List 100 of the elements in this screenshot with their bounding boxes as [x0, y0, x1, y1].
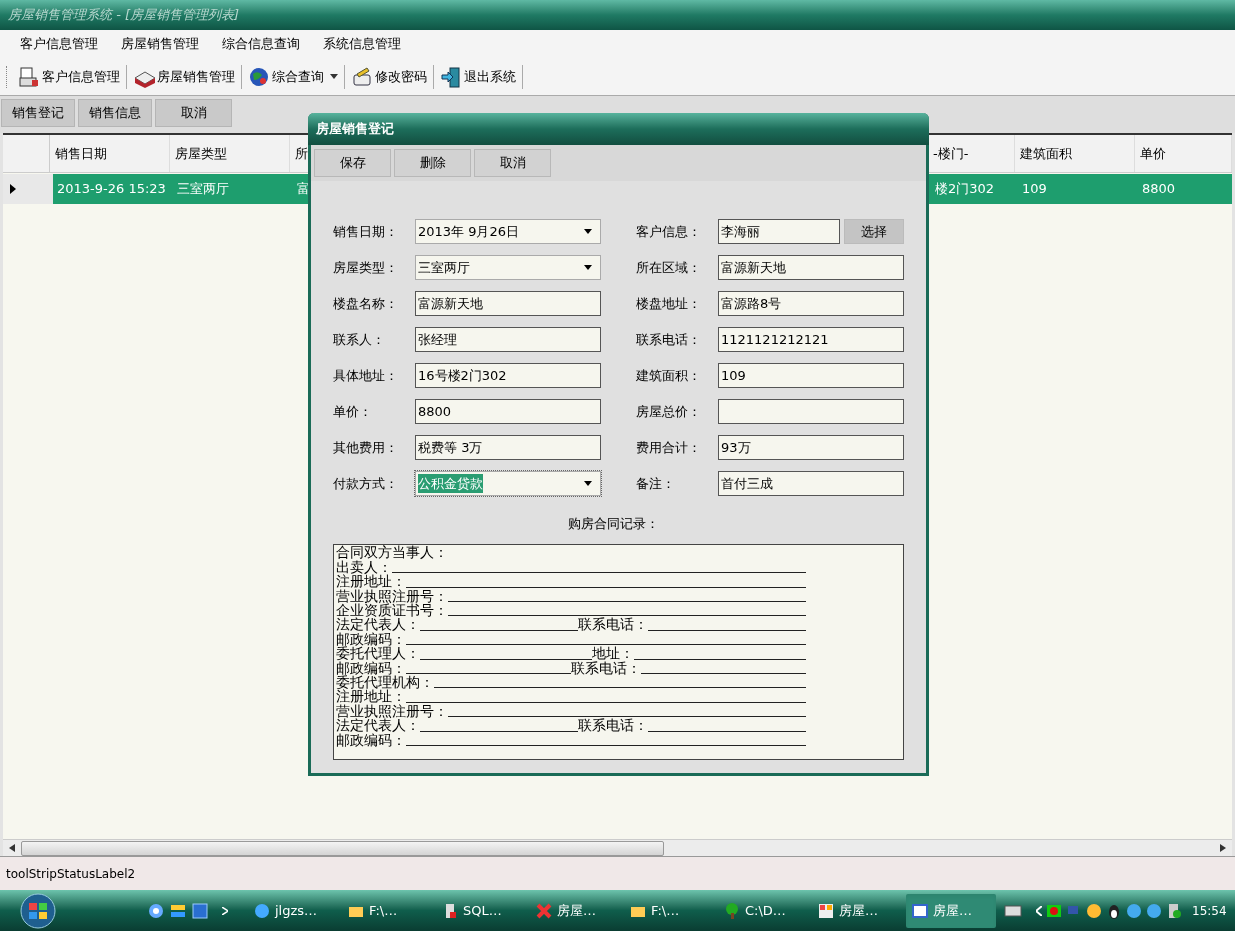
input-field[interactable]: 富源新天地: [718, 255, 904, 280]
dialog-button[interactable]: 取消: [474, 149, 551, 177]
input-field[interactable]: 16号楼2门302: [415, 363, 601, 388]
table-cell-text: 三室两厅: [176, 180, 230, 199]
contract-line-text: 企业资质证书号：: [336, 603, 448, 618]
action-button[interactable]: 销售登记: [1, 99, 75, 127]
dialog-title: 房屋销售登记: [316, 120, 394, 139]
contract-line-text: 营业执照注册号：: [336, 588, 448, 604]
menu-item[interactable]: 系统信息管理: [323, 34, 401, 54]
contract-line-text: 邮政编码：: [336, 660, 406, 675]
toolbar-button[interactable]: 综合查询: [244, 62, 342, 91]
table-cell-text: 富: [296, 180, 311, 199]
table-cell-text: 109: [1021, 180, 1048, 199]
dialog-button[interactable]: 删除: [394, 149, 471, 177]
dropdown-field[interactable]: 三室两厅: [415, 255, 601, 280]
dialog-button[interactable]: 保存: [314, 149, 391, 177]
contract-line-text: 联系电话：: [578, 718, 648, 733]
table-cell-text: 楼2门302: [934, 180, 996, 199]
contract-line-text: 邮政编码：: [336, 631, 406, 647]
action-button[interactable]: 销售信息: [78, 99, 152, 127]
scroll-right-icon: [1220, 844, 1226, 852]
input-field[interactable]: 税费等 3万: [415, 435, 601, 460]
contract-line-text: 委托代理人：: [336, 646, 420, 661]
contract-line-text: 邮政编码：: [336, 732, 406, 747]
contract-line-text: 委托代理机构：: [336, 675, 434, 690]
column-header[interactable]: 单价: [1140, 143, 1166, 164]
window-title: 房屋销售管理系统 - [房屋销售管理列表]: [8, 6, 240, 25]
contract-label: 购房合同记录：: [568, 515, 659, 533]
table-cell-text: 8800: [1141, 180, 1177, 199]
menu-item[interactable]: 房屋销售管理: [121, 34, 199, 54]
caret-icon: [584, 265, 592, 270]
contract-line-text: 联系电话：: [571, 660, 641, 675]
input-field[interactable]: 富源新天地: [415, 291, 601, 316]
field-label: 楼盘地址：: [636, 294, 702, 313]
taskbar-button[interactable]: jlgzs…: [248, 893, 338, 928]
window-icon: [912, 902, 928, 919]
toolbar-button[interactable]: 修改密码: [347, 62, 431, 91]
taskbar-button[interactable]: C:\D…: [718, 893, 808, 928]
field-label: 其他费用：: [333, 438, 399, 457]
taskbar-button[interactable]: SQL…: [436, 893, 526, 928]
action-button[interactable]: 取消: [155, 99, 232, 127]
input-field[interactable]: 富源路8号: [718, 291, 904, 316]
contract-line-text: 营业执照注册号：: [336, 703, 448, 719]
server-icon: [1166, 902, 1182, 919]
field-label: 客户信息：: [636, 222, 702, 241]
contract-line-text: 法定代表人：: [336, 718, 420, 733]
input-field[interactable]: [718, 399, 904, 424]
column-header[interactable]: 销售日期: [55, 143, 107, 164]
field-label: 所在区域：: [636, 258, 702, 277]
contract-line-text: 联系电话：: [578, 617, 648, 632]
caret-icon: [330, 74, 338, 79]
field-label: 费用合计：: [636, 438, 702, 457]
caret-icon: [584, 481, 592, 486]
field-label: 联系电话：: [636, 330, 702, 349]
input-field[interactable]: 1121121212121: [718, 327, 904, 352]
input-field[interactable]: 张经理: [415, 327, 601, 352]
input-field[interactable]: 李海丽: [718, 219, 840, 244]
taskbar-button[interactable]: F:\…: [624, 893, 714, 928]
penguin-icon: [1106, 902, 1122, 919]
field-label: 建筑面积：: [636, 366, 702, 385]
dropdown-field[interactable]: 2013年 9月26日: [415, 219, 601, 244]
column-header[interactable]: -楼门-: [933, 143, 969, 164]
contract-line-text: 法定代表人：: [336, 617, 420, 632]
input-field[interactable]: 首付三成: [718, 471, 904, 496]
tiles-icon: [818, 902, 834, 919]
contract-text-area[interactable]: 合同双方当事人： 出卖人： 注册地址： 营业执照注册号： 企业资质证书号： 法定代表人： 联系电话： 邮政编码： 委托代理人： 地址： 邮政编码： 联系电话： 委托代理机构： 注册地址： 营业执照注册号： 法定代表人： 联系电话： 邮政编码：: [333, 543, 904, 760]
field-label: 付款方式：: [333, 474, 399, 493]
input-field[interactable]: 93万: [718, 435, 904, 460]
column-header[interactable]: 建筑面积: [1020, 143, 1072, 164]
field-label: 房屋类型：: [333, 258, 399, 277]
field-label: 房屋总价：: [636, 402, 702, 421]
taskbar-button[interactable]: 房屋…: [812, 893, 902, 928]
toolbar-button[interactable]: 退出系统: [436, 62, 520, 91]
menu-item[interactable]: 综合信息查询: [222, 34, 300, 54]
toolbar-button[interactable]: 房屋销售管理: [129, 62, 239, 91]
contract-line-text: 注册地址：: [336, 689, 406, 704]
menu-item[interactable]: 客户信息管理: [20, 34, 98, 54]
chevron-icon: [222, 906, 228, 915]
scrollbar-thumb[interactable]: [21, 840, 664, 856]
printer-icon: [18, 65, 40, 88]
clock: 15:54: [1192, 902, 1227, 920]
pen-icon: [351, 65, 373, 88]
field-label: 楼盘名称：: [333, 294, 399, 313]
window-list-icon: [170, 902, 186, 919]
taskbar-button[interactable]: F:\…: [342, 893, 432, 928]
taskbar-button[interactable]: 房屋…: [906, 893, 996, 928]
caret-icon: [584, 229, 592, 234]
column-header[interactable]: 所: [295, 143, 308, 164]
field-label: 单价：: [333, 402, 373, 421]
input-field[interactable]: 109: [718, 363, 904, 388]
field-label: 销售日期：: [333, 222, 399, 241]
toolbar-button[interactable]: 客户信息管理: [14, 62, 124, 91]
network-icon: [1046, 902, 1062, 919]
column-header[interactable]: 房屋类型: [175, 143, 227, 164]
input-field[interactable]: 8800: [415, 399, 601, 424]
select-button[interactable]: 选择: [844, 219, 904, 244]
keyboard-icon: [1004, 904, 1022, 917]
taskbar-button[interactable]: 房屋…: [530, 893, 620, 928]
contract-line-text: 地址：: [592, 646, 634, 661]
field-label: 备注：: [636, 474, 676, 493]
